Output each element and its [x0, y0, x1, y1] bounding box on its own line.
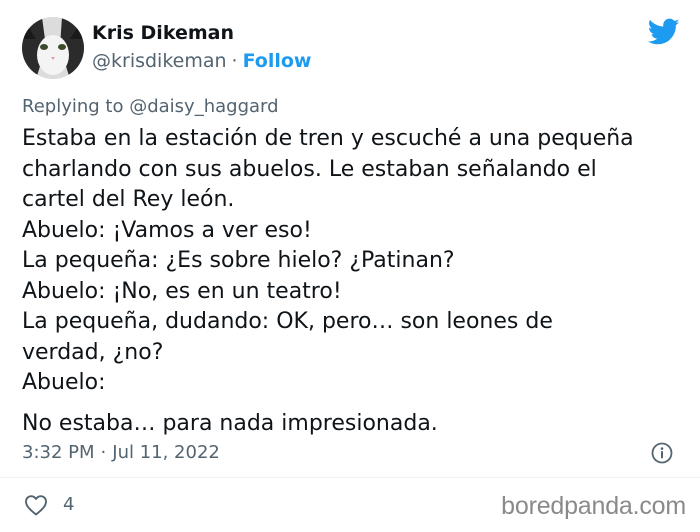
- tweet-line: Estaba en la estación de tren y escuché …: [22, 126, 634, 151]
- follow-button[interactable]: Follow: [243, 50, 312, 72]
- avatar[interactable]: [22, 17, 84, 79]
- tweet-line: cartel del Rey león.: [22, 187, 235, 212]
- tweet-final-line: No estaba… para nada impresionada.: [22, 410, 438, 436]
- tweet-line: Abuelo:: [22, 370, 106, 395]
- divider: [0, 477, 700, 478]
- replying-to: Replying to @daisy_haggard: [22, 96, 279, 117]
- twitter-bird-icon[interactable]: [648, 18, 680, 46]
- tweet-timestamp[interactable]: 3:32 PM · Jul 11, 2022: [22, 442, 220, 463]
- tweet-date: Jul 11, 2022: [112, 442, 220, 463]
- cat-avatar-image: [22, 17, 84, 79]
- tweet-line: verdad, ¿no?: [22, 339, 164, 365]
- heart-icon[interactable]: [24, 494, 48, 516]
- author-handle[interactable]: @krisdikeman: [92, 50, 227, 72]
- timestamp-separator: ·: [100, 442, 107, 463]
- like-count: 4: [63, 494, 75, 515]
- tweet-card: Kris Dikeman @krisdikeman · Follow Replyin…: [0, 0, 700, 532]
- tweet-line: La pequeña: ¿Es sobre hielo? ¿Patinan?: [22, 248, 455, 273]
- tweet-line: Abuelo: ¡Vamos a ver eso!: [22, 217, 312, 243]
- tweet-line: La pequeña, dudando: OK, pero… son leone…: [22, 309, 553, 334]
- tweet-line: Abuelo: ¡No, es en un teatro!: [22, 278, 342, 304]
- watermark: boredpanda.com: [501, 492, 686, 520]
- separator-dot: ·: [231, 50, 238, 72]
- tweet-text: Estaba en la estación de tren y escuché …: [22, 124, 672, 439]
- replying-to-label: Replying to: [22, 96, 124, 117]
- replying-to-handle[interactable]: @daisy_haggard: [129, 96, 278, 117]
- author-name[interactable]: Kris Dikeman: [92, 22, 234, 44]
- tweet-line: charlando con sus abuelos. Le estaban se…: [22, 156, 597, 182]
- author-handle-line: @krisdikeman · Follow: [92, 50, 312, 72]
- tweet-time: 3:32 PM: [22, 442, 95, 463]
- info-icon[interactable]: [651, 442, 673, 464]
